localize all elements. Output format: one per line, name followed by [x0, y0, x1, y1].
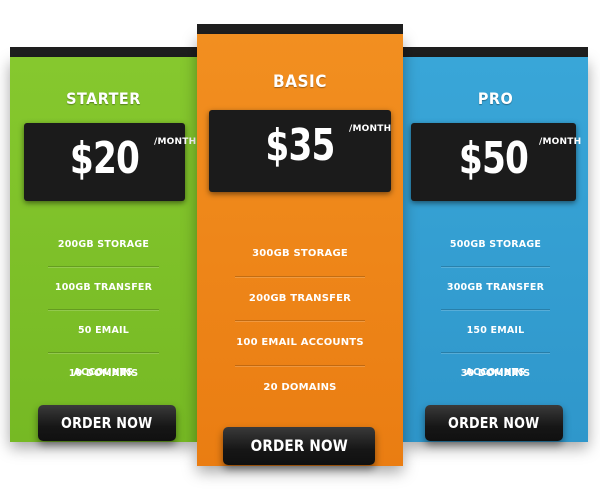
- feature-item: 100 EMAIL ACCOUNTS: [235, 321, 365, 366]
- plan-card-starter: STARTER $20 /MONTH 200GB STORAGE 100GB T…: [10, 47, 197, 442]
- feature-list: 300GB STORAGE 200GB TRANSFER 100 EMAIL A…: [235, 232, 365, 409]
- feature-item: 10 DOMAINS: [68, 368, 139, 379]
- plan-card-pro: PRO $50 /MONTH 500GB STORAGE 300GB TRANS…: [403, 47, 588, 442]
- feature-list: 200GB STORAGE 100GB TRANSFER 50 EMAIL AC…: [48, 224, 159, 395]
- feature-item: 300GB STORAGE: [235, 232, 365, 277]
- order-now-button[interactable]: ORDER NOW: [223, 427, 375, 465]
- order-now-label: ORDER NOW: [61, 414, 153, 432]
- price-box: $20 /MONTH: [24, 123, 196, 201]
- plan-name: STARTER: [66, 89, 141, 108]
- order-now-label: ORDER NOW: [250, 436, 348, 455]
- pricing-table: STARTER $20 /MONTH 200GB STORAGE 100GB T…: [0, 0, 600, 500]
- feature-item: 300GB TRANSFER: [441, 267, 550, 310]
- plan-name: BASIC: [273, 72, 327, 92]
- plan-card-basic: BASIC $35 /MONTH 300GB STORAGE 200GB TRA…: [197, 24, 403, 466]
- price-amount: $20: [69, 133, 140, 184]
- feature-list: 500GB STORAGE 300GB TRANSFER 150 EMAIL A…: [441, 224, 550, 395]
- card-body: STARTER $20 /MONTH 200GB STORAGE 100GB T…: [10, 57, 197, 442]
- feature-item: 20 DOMAINS: [263, 381, 337, 393]
- price-period: /MONTH: [154, 137, 197, 147]
- price-box: $50 /MONTH: [411, 123, 581, 201]
- card-body: PRO $50 /MONTH 500GB STORAGE 300GB TRANS…: [403, 57, 588, 442]
- feature-item: 500GB STORAGE: [441, 224, 550, 267]
- feature-item: 50 EMAIL ACCOUNTS: [48, 310, 159, 378]
- feature-item: 200GB STORAGE: [48, 224, 159, 267]
- price-period: /MONTH: [349, 124, 392, 134]
- card-body: BASIC $35 /MONTH 300GB STORAGE 200GB TRA…: [197, 34, 403, 466]
- order-now-button[interactable]: ORDER NOW: [38, 405, 176, 441]
- feature-item: 150 EMAIL ACCOUNTS: [441, 310, 550, 378]
- feature-item: 30 DOMAINS: [460, 368, 531, 379]
- price-period: /MONTH: [539, 137, 582, 147]
- feature-item: 200GB TRANSFER: [235, 277, 365, 321]
- plan-name: PRO: [477, 89, 514, 108]
- price-box: $35 /MONTH: [209, 110, 391, 192]
- feature-item: 100GB TRANSFER: [48, 267, 159, 310]
- order-now-label: ORDER NOW: [448, 414, 540, 432]
- order-now-button[interactable]: ORDER NOW: [425, 405, 563, 441]
